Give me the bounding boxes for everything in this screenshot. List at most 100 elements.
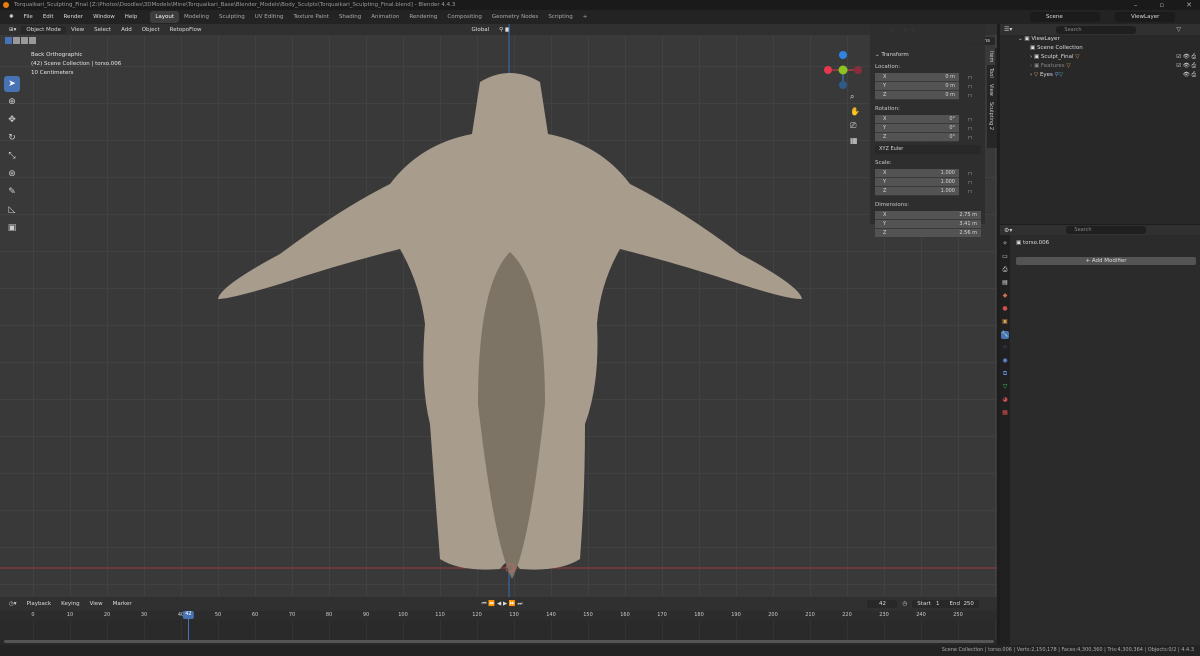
material-tab-icon[interactable]: ◕ <box>1001 396 1009 404</box>
tab-item[interactable]: Item <box>987 48 995 66</box>
ortho-grid-icon[interactable]: ▦ <box>850 136 860 145</box>
rotation-y[interactable]: Y 0° ⊓ <box>875 124 972 133</box>
tool-tab-icon[interactable]: ✧ <box>1001 240 1009 248</box>
display-mode-icon[interactable]: ☰▾ <box>1000 26 1016 33</box>
scene-selector[interactable]: Scene <box>1030 12 1100 22</box>
tab-sculpting[interactable]: Sculpting <box>214 11 250 23</box>
add-workspace-button[interactable]: + <box>578 11 593 23</box>
filter-icon[interactable]: ▽ <box>1176 26 1181 33</box>
tab-tool[interactable]: Tool <box>987 65 995 81</box>
menu-render[interactable]: Render <box>58 10 88 24</box>
frame-ruler[interactable]: 0 10 20 30 40 50 60 70 80 90 100 110 120 130 140 150 160… <box>0 611 997 620</box>
menu-window[interactable]: Window <box>88 10 120 24</box>
rotation-z[interactable]: Z 0° ⊓ <box>875 133 972 142</box>
timeline-tracks[interactable] <box>0 620 997 640</box>
dimensions-x[interactable]: X 2.75 m <box>875 211 981 220</box>
tab-shading[interactable]: Shading <box>334 11 366 23</box>
start-frame-field[interactable]: Start 1 <box>912 600 945 608</box>
frame-tick-label: 240 <box>916 612 926 618</box>
tab-scripting[interactable]: Scripting <box>543 11 577 23</box>
timeline-scrollbar[interactable] <box>4 640 994 643</box>
scale-label: Scale: <box>875 160 892 166</box>
outliner-search-input[interactable]: Search <box>1056 25 1137 34</box>
navigation-gizmo[interactable] <box>824 51 862 89</box>
rotation-mode-dropdown[interactable]: XYZ Euler <box>875 145 981 154</box>
3d-viewport[interactable]: ⊞▾ Object Mode View Select Add Object Re… <box>0 24 997 597</box>
pan-hand-icon[interactable]: ✋ <box>850 107 860 116</box>
menu-edit[interactable]: Edit <box>38 10 59 24</box>
location-y[interactable]: Y0 m ⊓ <box>875 82 972 91</box>
scale-x[interactable]: X 1.000 ⊓ <box>875 169 972 178</box>
properties-search-input[interactable]: Search <box>1066 226 1147 234</box>
frame-tick-label: 100 <box>398 612 408 618</box>
outliner-item-scene-collection[interactable]: ▣ Scene Collection <box>1000 44 1200 53</box>
menu-timeline-view[interactable]: View <box>85 601 108 607</box>
location-x[interactable]: X0 m ⊓ <box>875 73 972 82</box>
minimize-button[interactable]: – <box>1134 0 1138 10</box>
rotation-x[interactable]: X 0° ⊓ <box>875 115 972 124</box>
outliner-item-viewlayer[interactable]: ⌄ ▣ ViewLayer <box>1000 35 1200 44</box>
menu-playback[interactable]: Playback <box>22 601 57 607</box>
tab-modeling[interactable]: Modeling <box>179 11 214 23</box>
preview-range-icon[interactable]: ◷ <box>897 601 912 607</box>
tab-view[interactable]: View <box>987 81 995 99</box>
physics-tab-icon[interactable]: ◉ <box>1001 357 1009 365</box>
current-frame-field[interactable]: 42 <box>867 600 898 608</box>
tab-animation[interactable]: Animation <box>366 11 404 23</box>
data-tab-icon[interactable]: ▽ <box>1001 383 1009 391</box>
end-frame-field[interactable]: End 250 <box>944 600 979 608</box>
tab-compositing[interactable]: Compositing <box>442 11 486 23</box>
texture-tab-icon[interactable]: ▦ <box>1001 409 1009 417</box>
sidebar-n-panel: ⌄ Transform Location: X0 m ⊓ Y0 m ⊓ Z0 m ⊓ … <box>870 24 985 238</box>
dimensions-y[interactable]: Y 3.41 m <box>875 220 981 229</box>
transform-header[interactable]: ⌄ Transform <box>875 52 985 58</box>
view-layer-tab-icon[interactable]: ▤ <box>1001 279 1009 287</box>
tab-geometry-nodes[interactable]: Geometry Nodes <box>487 11 543 23</box>
blender-menu-icon[interactable]: ✺ <box>4 10 19 24</box>
timeline-editor-icon[interactable]: ◷▾ <box>4 601 22 607</box>
scene-tab-icon[interactable]: ◆ <box>1001 292 1009 300</box>
scale-y[interactable]: Y 1.000 ⊓ <box>875 178 972 187</box>
scale-z[interactable]: Z 1.000 ⊓ <box>875 187 972 196</box>
tab-layout[interactable]: Layout <box>150 11 180 23</box>
render-tab-icon[interactable]: ▭ <box>1001 253 1009 261</box>
frame-tick-label: 180 <box>694 612 704 618</box>
object-tab-icon[interactable]: ▣ <box>1001 318 1009 326</box>
menu-keying[interactable]: Keying <box>56 601 84 607</box>
view-layer-selector[interactable]: ViewLayer <box>1115 12 1175 22</box>
transform-title: Transform <box>881 52 909 58</box>
tab-rendering[interactable]: Rendering <box>404 11 442 23</box>
playhead-frame-label[interactable]: 42 <box>183 611 194 619</box>
tab-uv-editing[interactable]: UV Editing <box>250 11 289 23</box>
dimensions-label: Dimensions: <box>875 202 909 208</box>
dimensions-z[interactable]: Z 2.56 m <box>875 229 981 238</box>
outliner-item-sculpt-final[interactable]: › ▣ Sculpt_Final ▽ ☑ 👁 ⎙ <box>1000 53 1200 62</box>
world-tab-icon[interactable]: ● <box>1001 305 1009 313</box>
camera-view-icon[interactable]: ⎚ <box>850 121 860 131</box>
menu-marker[interactable]: Marker <box>108 601 137 607</box>
zoom-icon[interactable]: ⌕ <box>850 92 860 102</box>
close-button[interactable]: ✕ <box>1186 0 1192 10</box>
outliner-item-features[interactable]: › ▣ Features ▽ ☑ 👁 ⎙ <box>1000 62 1200 71</box>
frame-tick-label: 190 <box>731 612 741 618</box>
frame-tick-label: 170 <box>657 612 667 618</box>
particles-tab-icon[interactable]: ⁘ <box>1001 344 1009 352</box>
outliner-header: ☰▾ Search ▽ <box>1000 24 1200 35</box>
frame-tick-label: 160 <box>620 612 630 618</box>
menu-help[interactable]: Help <box>120 10 143 24</box>
outliner-item-eyes[interactable]: › ▽ Eyes ⚲▽ 👁 ⎙ <box>1000 71 1200 80</box>
location-z[interactable]: Z0 m ⊓ <box>875 91 972 100</box>
output-tab-icon[interactable]: ⎙ <box>1001 266 1009 274</box>
add-modifier-button[interactable]: + Add Modifier <box>1016 257 1196 265</box>
tab-sculpting-2[interactable]: Sculpting 2 <box>987 99 995 133</box>
properties-editor-icon[interactable]: ⚙▾ <box>1000 227 1016 234</box>
maximize-button[interactable]: ▫ <box>1159 0 1164 10</box>
frame-tick-label: 0 <box>31 612 35 618</box>
tab-texture-paint[interactable]: Texture Paint <box>288 11 334 23</box>
menu-file[interactable]: File <box>19 10 38 24</box>
playback-controls[interactable]: ⏮ ⏪ ◀ ▶ ⏩ ⏭ <box>477 601 528 608</box>
constraints-tab-icon[interactable]: ⧉ <box>1001 370 1009 378</box>
modifier-tab-icon[interactable]: 🔧 <box>1001 331 1009 339</box>
frame-tick-label: 140 <box>546 612 556 618</box>
lock-icon: ⊓ <box>968 84 972 90</box>
